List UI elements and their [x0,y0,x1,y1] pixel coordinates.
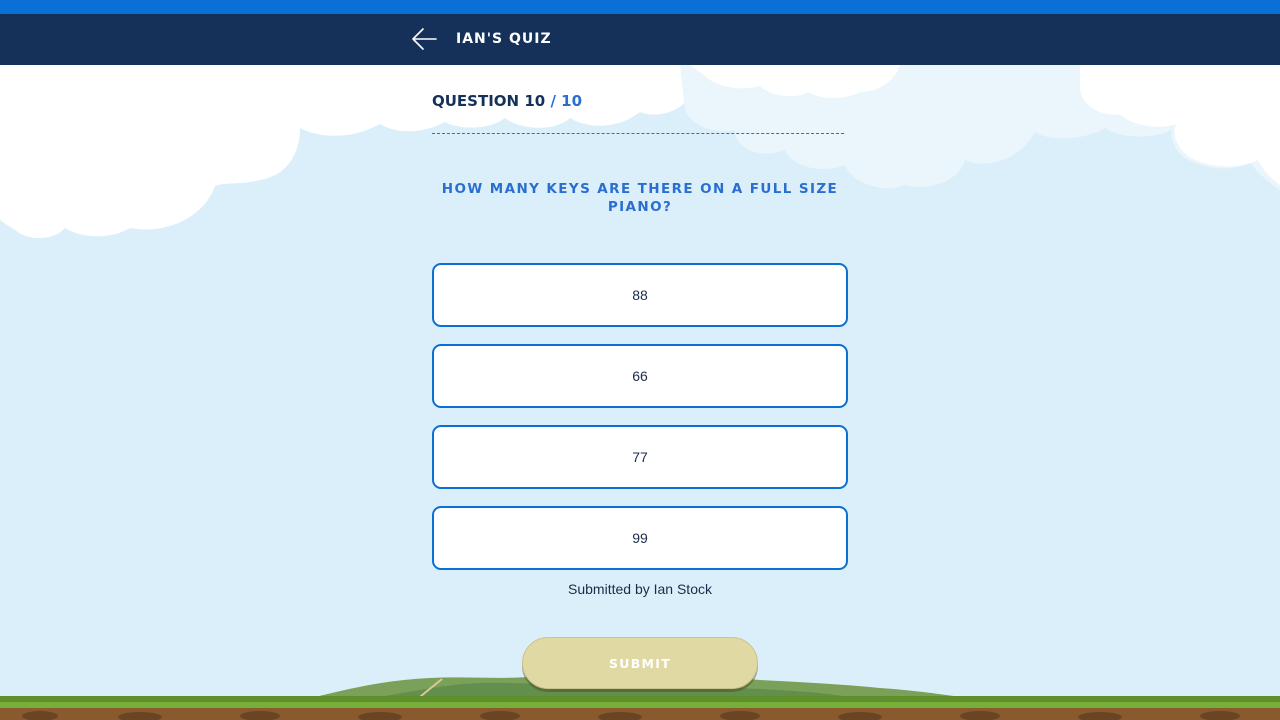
question-counter: Question 10 / 10 [432,92,582,110]
arrow-left-icon [412,28,437,50]
answer-option[interactable]: 88 [432,263,848,327]
quiz-title: Ian's Quiz [456,31,552,47]
answer-label: 88 [632,287,648,303]
answer-label: 99 [632,530,648,546]
question-total: / 10 [550,92,583,110]
answer-option[interactable]: 99 [432,506,848,570]
answer-option[interactable]: 66 [432,344,848,408]
question-text: How many keys are there on a full size p… [441,181,839,215]
answer-label: 66 [632,368,648,384]
submit-label: Submit [608,655,672,671]
submitted-by-credit: Submitted by Ian Stock [568,581,712,597]
submit-button[interactable]: Submit [522,637,758,689]
question-number: Question 10 [432,92,546,110]
answer-label: 77 [632,449,648,465]
answer-option[interactable]: 77 [432,425,848,489]
app-header: Ian's Quiz [0,14,1280,65]
back-button[interactable] [410,26,438,52]
divider-dashed [432,133,844,134]
